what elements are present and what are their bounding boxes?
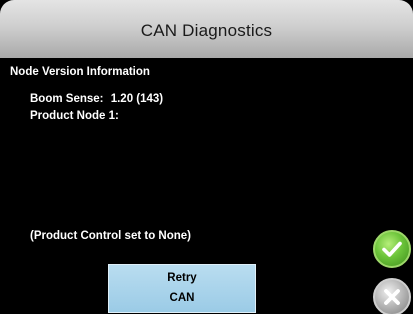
retry-button-line1: Retry [167,272,197,284]
boom-sense-value: 1.20 (143) [110,93,164,105]
retry-button-line2: CAN [169,292,195,304]
check-icon [382,241,402,257]
product-node-row: Product Node 1: [30,110,123,122]
product-control-note: (Product Control set to None) [30,230,191,242]
boom-sense-row: Boom Sense: 1.20 (143) [30,93,163,105]
node-version-heading: Node Version Information [10,66,150,78]
boom-sense-label: Boom Sense: [30,93,104,105]
product-node-label: Product Node 1: [30,110,119,122]
title-bar: CAN Diagnostics [0,0,413,58]
close-icon [384,289,400,305]
accept-button[interactable] [373,230,411,268]
retry-can-button[interactable]: Retry CAN [108,264,256,313]
can-diagnostics-screen: CAN Diagnostics Node Version Information… [0,0,413,314]
cancel-button[interactable] [373,278,411,314]
page-title: CAN Diagnostics [140,21,273,40]
